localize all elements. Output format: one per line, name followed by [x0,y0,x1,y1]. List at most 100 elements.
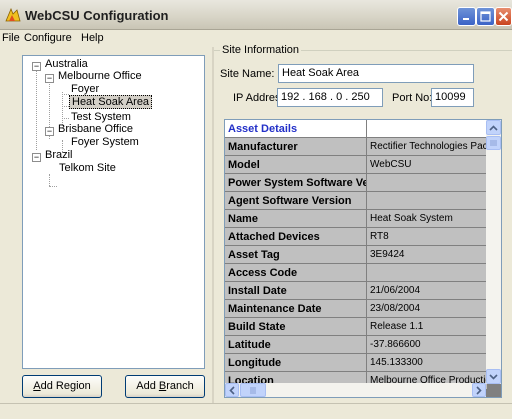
tree-node-brazil[interactable]: Brazil [45,149,73,161]
grid-key: Power System Software Version [225,174,367,192]
grid-row[interactable]: Latitude -37.866600 [225,336,487,354]
ip-octet-2: 168 [308,91,327,103]
grid-value[interactable]: Rectifier Technologies Pacific [367,138,487,156]
chevron-left-icon [229,385,235,395]
scroll-right-button[interactable] [472,383,486,397]
scroll-down-button[interactable] [486,369,501,384]
ip-octet-3: 0 [336,91,343,103]
close-icon [498,11,509,22]
grid-value[interactable] [367,174,487,192]
expand-toggle-melbourne[interactable]: − [45,74,54,83]
tree-connector [62,92,63,125]
asset-details-header-value [367,120,487,138]
grid-value[interactable]: 21/06/2004 [367,282,487,300]
grid-value[interactable]: 145.133300 [367,354,487,372]
scroll-thumb[interactable] [486,136,501,150]
scroll-left-button[interactable] [225,383,239,397]
tree-connector [62,94,69,95]
maximize-button[interactable] [476,7,495,26]
grid-key: Attached Devices [225,228,367,246]
asset-details-grid[interactable]: Asset Details Manufacturer Rectifier Tech… [224,119,502,398]
scroll-up-button[interactable] [486,120,501,135]
tree-connector [36,68,37,150]
grid-value[interactable] [367,264,487,282]
menu-help[interactable]: Help [81,32,104,44]
grip-icon [490,140,497,146]
grid-key: Install Date [225,282,367,300]
grid-row[interactable]: Power System Software Version [225,174,487,192]
add-region-accelerator: A [33,380,41,392]
grid-row[interactable]: Install Date 21/06/2004 [225,282,487,300]
port-number-label: Port No: [392,92,433,104]
grid-key: Longitude [225,354,367,372]
site-tree[interactable]: − Australia − Melbourne Office Foyer Hea… [22,55,205,369]
grid-row[interactable]: Manufacturer Rectifier Technologies Pacif… [225,138,487,156]
tree-connector [49,174,50,186]
ip-octet-4: 250 [351,91,370,103]
grid-value[interactable]: 23/08/2004 [367,300,487,318]
site-information-label: Site Information [220,44,302,56]
expand-toggle-brisbane[interactable]: − [45,127,54,136]
grid-horizontal-scrollbar[interactable] [225,383,486,397]
tree-connector [62,118,69,119]
panel-splitter[interactable] [212,47,214,403]
grid-value[interactable]: Release 1.1 [367,318,487,336]
grid-key: Access Code [225,264,367,282]
grid-key: Name [225,210,367,228]
grid-key: Agent Software Version [225,192,367,210]
grid-row[interactable]: Maintenance Date 23/08/2004 [225,300,487,318]
tree-node-brisbane-office[interactable]: Brisbane Office [58,123,133,135]
scroll-thumb-horizontal[interactable] [240,383,266,397]
grid-key: Asset Tag [225,246,367,264]
tree-node-telkom-site[interactable]: Telkom Site [59,162,116,174]
ip-octet-1: 192 [281,91,300,103]
grid-value[interactable]: RT8 [367,228,487,246]
grid-row[interactable]: Agent Software Version [225,192,487,210]
grid-row[interactable]: Model WebCSU [225,156,487,174]
grid-key: Maintenance Date [225,300,367,318]
asset-details-header: Asset Details [225,120,367,138]
tree-node-test-system[interactable]: Test System [71,111,131,123]
grid-row[interactable]: Attached Devices RT8 [225,228,487,246]
add-branch-label-start: Add [136,380,159,392]
add-branch-button[interactable]: Add Branch [125,375,205,398]
add-branch-label-end: ranch [166,380,194,392]
tree-node-foyer-system[interactable]: Foyer System [71,136,139,148]
site-name-label: Site Name: [220,68,275,80]
grid-key: Manufacturer [225,138,367,156]
grid-row[interactable]: Asset Tag 3E9424 [225,246,487,264]
close-button[interactable] [495,7,512,26]
grid-row[interactable]: Name Heat Soak System [225,210,487,228]
add-region-label: dd Region [40,380,91,392]
add-region-button[interactable]: Add Region [22,375,102,398]
tree-node-melbourne-office[interactable]: Melbourne Office [58,70,142,82]
grid-key: Build State [225,318,367,336]
status-bar [0,403,512,419]
grid-value[interactable] [367,192,487,210]
maximize-icon [480,11,491,22]
grid-key: Model [225,156,367,174]
menu-configure[interactable]: Configure [24,32,72,44]
grid-vertical-scrollbar[interactable] [486,120,501,384]
site-name-field[interactable]: Heat Soak Area [278,64,474,83]
grid-value[interactable]: -37.866600 [367,336,487,354]
title-bar[interactable]: WebCSU Configuration [0,0,512,30]
expand-toggle-brazil[interactable]: − [32,153,41,162]
grid-row[interactable]: Build State Release 1.1 [225,318,487,336]
tree-connector [62,106,69,107]
grid-value[interactable]: 3E9424 [367,246,487,264]
tree-node-heat-soak-area[interactable]: Heat Soak Area [69,95,153,109]
tree-connector [49,186,57,187]
window-title: WebCSU Configuration [25,8,169,23]
grid-row[interactable]: Access Code [225,264,487,282]
expand-toggle-australia[interactable]: − [32,62,41,71]
tree-node-australia[interactable]: Australia [45,58,88,70]
grid-value[interactable]: Heat Soak System [367,210,487,228]
grid-row[interactable]: Longitude 145.133300 [225,354,487,372]
ip-address-field[interactable]: 192 . 168 . 0 . 250 [277,88,383,107]
tree-node-foyer[interactable]: Foyer [71,83,99,95]
port-number-field[interactable]: 10099 [431,88,474,107]
minimize-button[interactable] [457,7,476,26]
menu-file[interactable]: File [2,32,20,44]
grid-value[interactable]: WebCSU [367,156,487,174]
